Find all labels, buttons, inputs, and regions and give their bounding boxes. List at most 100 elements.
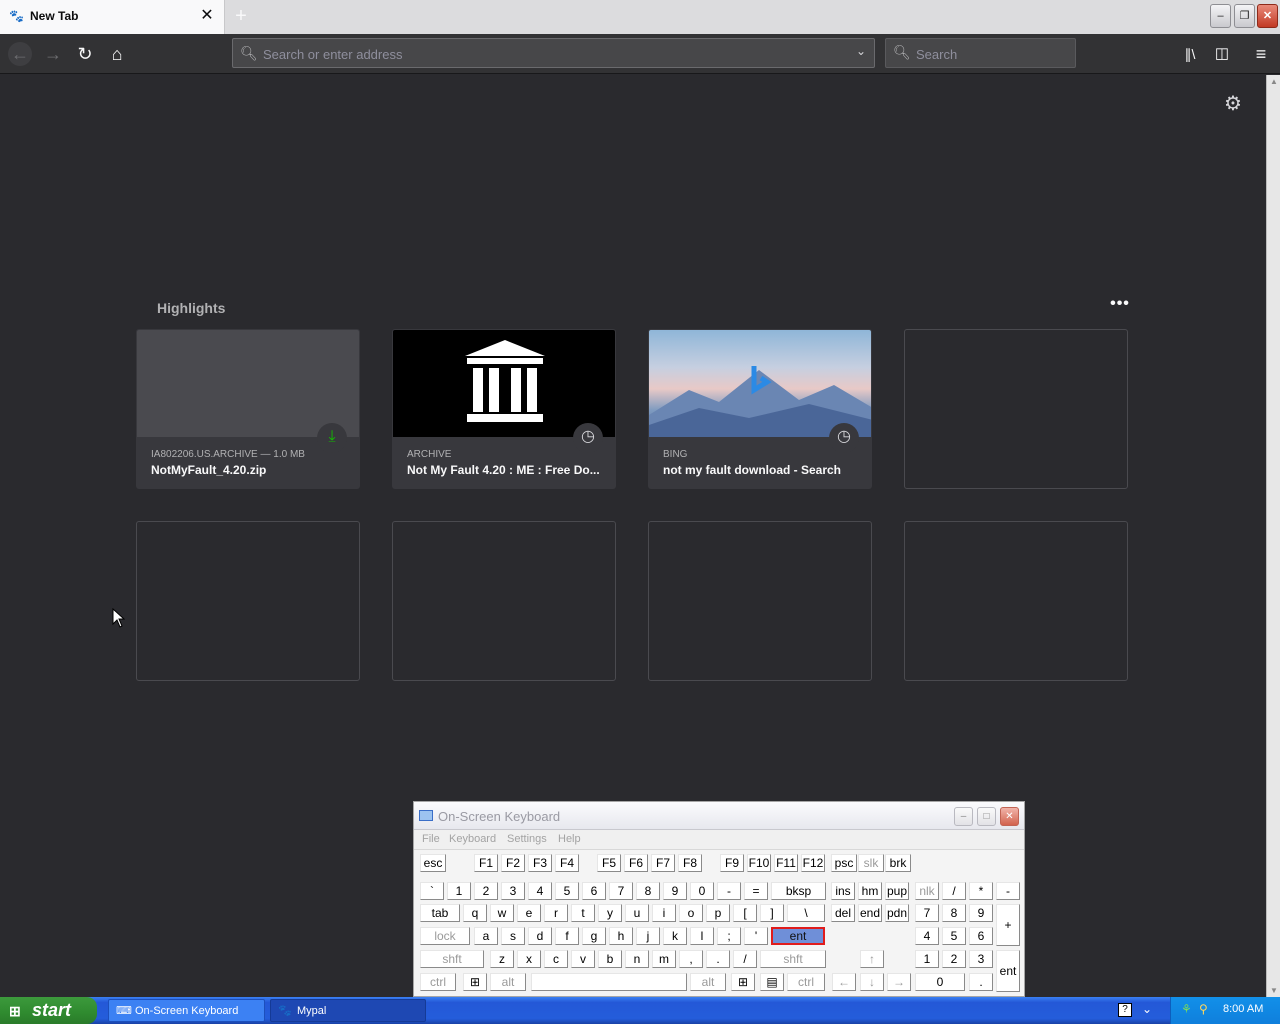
key-home-15[interactable]: 6 [969, 927, 993, 945]
key-top-19[interactable]: 9 [969, 904, 993, 922]
menu-settings[interactable]: Settings [507, 833, 547, 845]
key-space-4[interactable]: alt [690, 973, 726, 991]
key-top-4[interactable]: r [544, 904, 568, 922]
reload-button[interactable]: ↻ [73, 42, 97, 66]
key-slk[interactable]: slk [858, 854, 884, 872]
key-top-1[interactable]: q [463, 904, 487, 922]
menu-help[interactable]: Help [558, 833, 581, 845]
osk-close-button[interactable]: ✕ [1000, 807, 1019, 826]
numpad-enter-key[interactable]: ent [996, 950, 1020, 992]
key-home-11[interactable]: ' [744, 927, 768, 945]
gear-icon[interactable]: ⚙ [1222, 93, 1244, 115]
key-top-17[interactable]: 7 [915, 904, 939, 922]
key-16[interactable]: pup [885, 882, 909, 900]
key-space-1[interactable]: ⊞ [463, 973, 487, 991]
highlight-card-archive[interactable]: ◷ ARCHIVE Not My Fault 4.20 : ME : Free … [392, 329, 616, 489]
key-bottom-13[interactable]: 1 [915, 950, 939, 968]
key-6[interactable]: 6 [582, 882, 606, 900]
key-space-11[interactable]: 0 [915, 973, 965, 991]
key-top-0[interactable]: tab [420, 904, 460, 922]
key-f6[interactable]: F6 [624, 854, 648, 872]
key-bottom-9[interactable]: . [706, 950, 730, 968]
key-home-0[interactable]: lock [420, 927, 470, 945]
key-top-7[interactable]: u [625, 904, 649, 922]
key-f2[interactable]: F2 [501, 854, 525, 872]
library-icon[interactable]: ∥\ [1178, 42, 1202, 66]
key-space-5[interactable]: ⊞ [731, 973, 755, 991]
scroll-up-icon[interactable]: ▲ [1269, 77, 1279, 86]
key-18[interactable]: / [942, 882, 966, 900]
key-f1[interactable]: F1 [474, 854, 498, 872]
osk-title-bar[interactable]: On-Screen Keyboard ‒ □ ✕ [414, 802, 1024, 830]
minimize-window-button[interactable]: ‒ [1210, 4, 1231, 28]
key-bottom-11[interactable]: shft [760, 950, 826, 968]
key-17[interactable]: nlk [915, 882, 939, 900]
key-space-9[interactable]: ↓ [860, 973, 884, 991]
key-home-2[interactable]: s [501, 927, 525, 945]
key-home-7[interactable]: j [636, 927, 660, 945]
menu-icon[interactable]: ≡ [1249, 42, 1273, 66]
enter-key[interactable]: ent [771, 927, 825, 945]
tab-new-tab[interactable]: 🐾 New Tab ✕ [0, 0, 225, 34]
key-bottom-4[interactable]: v [571, 950, 595, 968]
key-home-14[interactable]: 5 [942, 927, 966, 945]
key-home-6[interactable]: h [609, 927, 633, 945]
key-f10[interactable]: F10 [747, 854, 771, 872]
key-home-10[interactable]: ; [717, 927, 741, 945]
network-icon[interactable]: ⚘ [1181, 1002, 1192, 1016]
start-button[interactable]: ⊞ start [0, 997, 97, 1024]
on-screen-keyboard-window[interactable]: On-Screen Keyboard ‒ □ ✕ File Keyboard S… [413, 801, 1025, 997]
url-bar[interactable]: 🔍︎ ⌄ [232, 38, 875, 68]
taskbar-item-on-screen-keyboard[interactable]: ⌨ On-Screen Keyboard [108, 999, 265, 1022]
key-plus[interactable]: + [996, 904, 1020, 946]
key-10[interactable]: 0 [690, 882, 714, 900]
key-top-15[interactable]: end [858, 904, 882, 922]
key-top-18[interactable]: 8 [942, 904, 966, 922]
key-home-8[interactable]: k [663, 927, 687, 945]
menu-file[interactable]: File [422, 833, 440, 845]
key-psc[interactable]: psc [831, 854, 857, 872]
key-bottom-0[interactable]: shft [420, 950, 484, 968]
menu-keyboard[interactable]: Keyboard [449, 833, 496, 845]
restore-window-button[interactable]: ❐ [1234, 4, 1255, 28]
key-home-9[interactable]: l [690, 927, 714, 945]
key-bottom-5[interactable]: b [598, 950, 622, 968]
key-bottom-3[interactable]: c [544, 950, 568, 968]
key-space-12[interactable]: . [969, 973, 993, 991]
key-bottom-6[interactable]: n [625, 950, 649, 968]
url-input[interactable] [263, 44, 843, 64]
key-1[interactable]: 1 [447, 882, 471, 900]
key-space-2[interactable]: alt [490, 973, 526, 991]
key-0[interactable]: ` [420, 882, 444, 900]
key-8[interactable]: 8 [636, 882, 660, 900]
key-5[interactable]: 5 [555, 882, 579, 900]
key-top-11[interactable]: [ [733, 904, 757, 922]
key-home-1[interactable]: a [474, 927, 498, 945]
key-top-13[interactable]: \ [787, 904, 825, 922]
key-space-0[interactable]: ctrl [420, 973, 456, 991]
home-button[interactable]: ⌂ [105, 42, 129, 66]
key-f7[interactable]: F7 [651, 854, 675, 872]
key-space-7[interactable]: ctrl [787, 973, 825, 991]
close-tab-icon[interactable]: ✕ [199, 6, 215, 26]
key-space-10[interactable]: → [887, 973, 911, 991]
key-home-5[interactable]: g [582, 927, 606, 945]
key-3[interactable]: 3 [501, 882, 525, 900]
help-icon[interactable]: ? [1118, 1003, 1132, 1017]
taskbar-item-mypal[interactable]: 🐾 Mypal [270, 999, 426, 1022]
key-brk[interactable]: brk [885, 854, 911, 872]
key-12[interactable]: = [744, 882, 768, 900]
more-options-icon[interactable]: ••• [1108, 295, 1132, 315]
key-home-3[interactable]: d [528, 927, 552, 945]
key-bottom-15[interactable]: 3 [969, 950, 993, 968]
key-f12[interactable]: F12 [801, 854, 825, 872]
key-top-14[interactable]: del [831, 904, 855, 922]
key-bottom-1[interactable]: z [490, 950, 514, 968]
key-home-13[interactable]: 4 [915, 927, 939, 945]
key-13[interactable]: bksp [771, 882, 826, 900]
key-top-12[interactable]: ] [760, 904, 784, 922]
key-15[interactable]: hm [858, 882, 882, 900]
highlight-card-bing[interactable]: ◷ BING not my fault download - Search [648, 329, 872, 489]
key-top-6[interactable]: y [598, 904, 622, 922]
key-11[interactable]: - [717, 882, 741, 900]
